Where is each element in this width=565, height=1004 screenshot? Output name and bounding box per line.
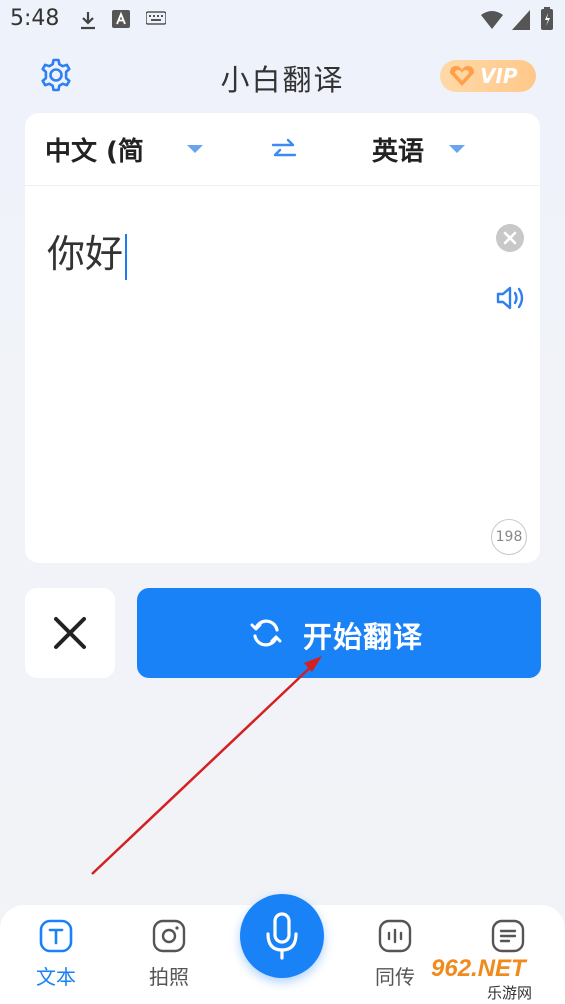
nav-tab-interpret-label: 同传: [375, 965, 415, 989]
translate-card: 中文 (简 英语 你好 198: [25, 113, 540, 563]
download-icon: [81, 12, 95, 30]
char-count-badge: 198: [491, 519, 527, 555]
source-language[interactable]: 中文 (简: [45, 131, 144, 168]
swap-languages-icon[interactable]: [269, 135, 299, 165]
microphone-button[interactable]: [240, 894, 324, 978]
signal-icon: [512, 10, 530, 30]
source-language-dropdown-icon[interactable]: [187, 145, 203, 153]
vip-heart-icon: [450, 66, 474, 86]
language-selector-row: 中文 (简 英语: [25, 113, 540, 186]
start-translate-label: 开始翻译: [303, 620, 424, 654]
site-watermark: 962.NET 乐游网: [425, 955, 565, 1004]
vip-button[interactable]: VIP: [440, 60, 536, 92]
battery-icon: [541, 7, 553, 30]
source-text-input[interactable]: 你好: [47, 223, 128, 280]
clear-x-icon: [503, 231, 517, 245]
nav-tab-interpret[interactable]: 同传: [365, 919, 425, 990]
camera-icon: [152, 919, 186, 953]
vip-label: VIP: [480, 64, 518, 88]
nav-tab-text[interactable]: 文本: [26, 919, 86, 990]
app-header: 小白翻译 VIP: [0, 45, 565, 105]
keyboard-icon: [146, 11, 166, 25]
speaker-icon[interactable]: [495, 283, 527, 313]
watermark-site-name: 乐游网: [487, 984, 533, 1002]
status-bar: 5:48: [0, 0, 565, 40]
microphone-icon: [266, 912, 298, 960]
nav-tab-camera[interactable]: 拍照: [139, 919, 199, 990]
close-icon: [54, 617, 86, 649]
wifi-icon: [481, 11, 503, 29]
refresh-icon: [250, 619, 282, 647]
interpret-icon: [378, 919, 412, 953]
target-language-dropdown-icon[interactable]: [449, 145, 465, 153]
text-status-icon: [112, 10, 130, 28]
nav-tab-text-label: 文本: [36, 965, 76, 989]
clear-text-button[interactable]: [496, 224, 524, 252]
source-text: 你好: [47, 232, 124, 276]
watermark-logo-text: 962.NET: [431, 955, 526, 982]
text-cursor: [125, 233, 128, 280]
status-time: 5:48: [10, 6, 60, 31]
target-language[interactable]: 英语: [372, 131, 424, 168]
nav-tab-camera-label: 拍照: [149, 965, 189, 989]
cancel-button[interactable]: [25, 588, 115, 678]
document-icon: [491, 919, 525, 953]
start-translate-button[interactable]: 开始翻译: [137, 588, 541, 678]
text-icon: [39, 919, 73, 953]
